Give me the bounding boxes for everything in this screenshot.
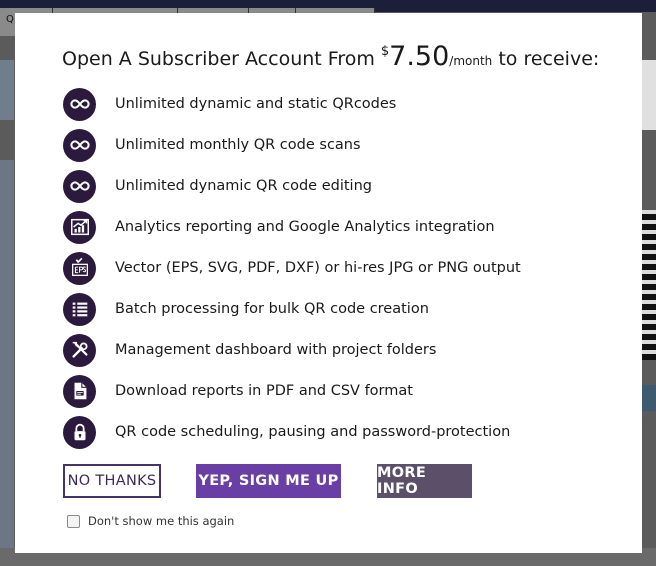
- feature-item: Management dashboard with project folder…: [63, 333, 436, 367]
- feature-text: Batch processing for bulk QR code creati…: [115, 301, 429, 317]
- modal-headline: Open A Subscriber Account From $7.50/mon…: [62, 41, 600, 72]
- feature-text: Management dashboard with project folder…: [115, 342, 437, 358]
- infinity-icon: [63, 128, 96, 162]
- feature-text: Download reports in PDF and CSV format: [115, 383, 413, 399]
- feature-item: Unlimited dynamic QR code editing: [63, 169, 372, 203]
- price-currency: $: [380, 44, 390, 59]
- feature-text: Analytics reporting and Google Analytics…: [115, 219, 495, 235]
- feature-item: Analytics reporting and Google Analytics…: [63, 210, 495, 244]
- feature-item: Unlimited monthly QR code scans: [63, 128, 361, 162]
- background-qr-code: [640, 210, 656, 360]
- feature-text: Vector (EPS, SVG, PDF, DXF) or hi-res JP…: [115, 260, 521, 276]
- infinity-icon: [63, 87, 96, 121]
- feature-text: Unlimited monthly QR code scans: [115, 137, 361, 153]
- tools-icon: [63, 333, 96, 367]
- infinity-icon: [63, 169, 96, 203]
- eps-file-icon: [63, 251, 96, 285]
- feature-item: Download reports in PDF and CSV format: [63, 374, 413, 408]
- subscribe-modal: Open A Subscriber Account From $7.50/mon…: [15, 13, 642, 553]
- background-right-button: [640, 385, 656, 411]
- feature-item: Unlimited dynamic and static QRcodes: [63, 87, 396, 121]
- document-icon: [63, 374, 96, 408]
- dont-show-again-option[interactable]: Don't show me this again: [67, 514, 234, 528]
- price-period: /month: [449, 54, 493, 68]
- lock-icon: [63, 415, 96, 449]
- price-amount: 7.50: [389, 41, 450, 72]
- list-icon: [63, 292, 96, 326]
- feature-text: Unlimited dynamic QR code editing: [115, 178, 372, 194]
- feature-text: Unlimited dynamic and static QRcodes: [115, 96, 397, 112]
- feature-item: QR code scheduling, pausing and password…: [63, 415, 510, 449]
- feature-item: Vector (EPS, SVG, PDF, DXF) or hi-res JP…: [63, 251, 521, 285]
- background-side-strip: [0, 160, 14, 556]
- feature-item: Batch processing for bulk QR code creati…: [63, 292, 429, 326]
- analytics-chart-icon: [63, 210, 96, 244]
- no-thanks-button[interactable]: NO THANKS: [63, 464, 161, 498]
- background-right-card: [640, 60, 656, 130]
- background-arrow-panel: [0, 60, 14, 120]
- feature-text: QR code scheduling, pausing and password…: [115, 424, 511, 440]
- sign-up-button[interactable]: YEP, SIGN ME UP: [196, 464, 341, 498]
- dont-show-again-label: Don't show me this again: [88, 514, 235, 528]
- dont-show-again-checkbox[interactable]: [67, 514, 80, 528]
- more-info-button[interactable]: MORE INFO: [377, 464, 472, 498]
